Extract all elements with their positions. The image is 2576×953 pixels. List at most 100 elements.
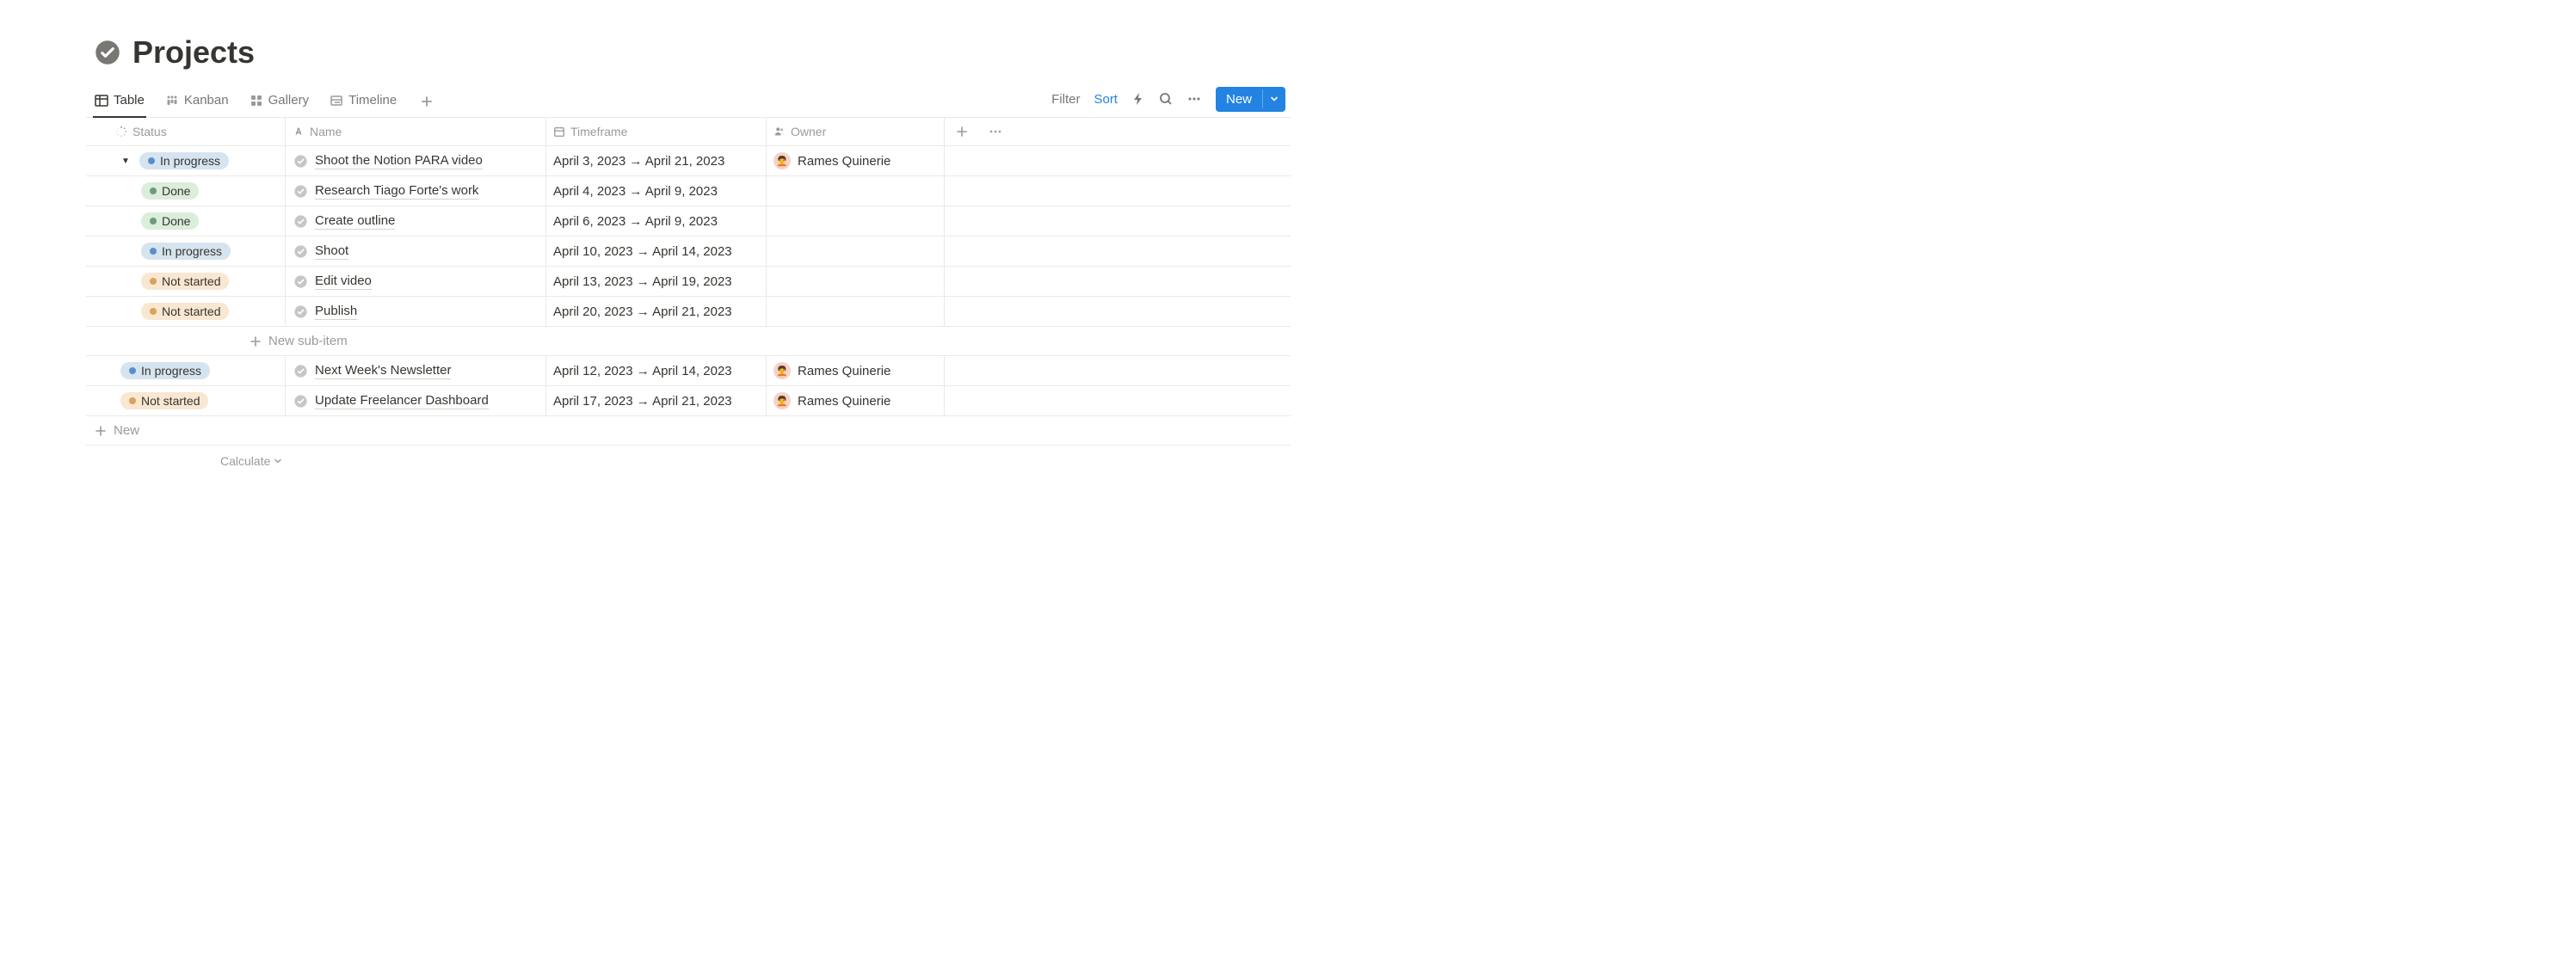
calculate-label: Calculate <box>220 454 270 468</box>
page-title: Projects <box>132 34 255 71</box>
table-row[interactable]: In progress Next Week's Newsletter April… <box>86 356 1291 386</box>
checkmark-circle-icon <box>293 363 308 378</box>
column-status[interactable]: Status <box>86 118 286 145</box>
status-text: Done <box>162 184 190 198</box>
row-name: Edit video <box>315 274 372 290</box>
new-sub-item-button[interactable]: New sub-item <box>86 327 1291 356</box>
column-timeframe[interactable]: Timeframe <box>546 118 767 145</box>
checkmark-circle-icon <box>293 243 308 259</box>
column-label: Status <box>132 125 167 138</box>
status-badge: In progress <box>141 243 231 260</box>
new-sub-label: New sub-item <box>268 334 348 348</box>
table-row[interactable]: ▼ In progress Shoot the Notion PARA vide… <box>86 146 1291 176</box>
row-timeframe: April 20, 2023 → April 21, 2023 <box>546 297 767 326</box>
loading-icon <box>115 126 127 138</box>
gallery-icon <box>250 94 263 108</box>
row-name: Next Week's Newsletter <box>315 363 451 379</box>
tab-label: Timeline <box>348 93 397 108</box>
new-button[interactable]: New <box>1216 87 1285 112</box>
row-timeframe: April 3, 2023 → April 21, 2023 <box>546 146 767 175</box>
row-owner: Rames Quinerie <box>798 364 891 378</box>
table-row[interactable]: Not started Update Freelancer Dashboard … <box>86 386 1291 416</box>
tab-kanban[interactable]: Kanban <box>163 86 231 118</box>
tab-timeline[interactable]: Timeline <box>328 86 398 118</box>
status-badge: Not started <box>120 392 208 409</box>
table-row[interactable]: In progress Shoot April 10, 2023 → April… <box>86 237 1291 267</box>
projects-table: Status Name Timeframe Owner <box>86 118 1291 476</box>
row-name: Publish <box>315 304 357 320</box>
table-row[interactable]: Done Research Tiago Forte's work April 4… <box>86 176 1291 206</box>
status-badge: Done <box>141 212 199 230</box>
column-label: Name <box>310 125 342 138</box>
kanban-icon <box>165 94 179 108</box>
row-timeframe: April 10, 2023 → April 14, 2023 <box>546 237 767 266</box>
tab-table[interactable]: Table <box>93 86 146 118</box>
checkmark-circle-icon <box>293 393 308 409</box>
column-name[interactable]: Name <box>286 118 546 145</box>
filter-button[interactable]: Filter <box>1051 92 1080 107</box>
row-name: Shoot <box>315 243 348 260</box>
new-row-label: New <box>114 423 139 438</box>
timeline-icon <box>330 94 343 108</box>
table-row[interactable]: Not started Edit video April 13, 2023 → … <box>86 267 1291 297</box>
status-dot <box>150 218 157 224</box>
status-badge: Done <box>141 182 199 200</box>
checkmark-circle-icon <box>293 274 308 289</box>
avatar: 🧑‍🦱 <box>773 152 791 169</box>
checkmark-circle-icon <box>293 153 308 169</box>
status-badge: Not started <box>141 273 229 290</box>
status-dot <box>150 188 157 194</box>
status-dot <box>150 308 157 315</box>
add-column-button[interactable] <box>945 118 979 145</box>
people-icon <box>773 126 786 138</box>
more-icon[interactable] <box>1186 92 1202 106</box>
row-name: Create outline <box>315 213 395 230</box>
status-badge: Not started <box>141 303 229 320</box>
sort-button[interactable]: Sort <box>1094 92 1118 107</box>
new-row-button[interactable]: New <box>86 416 1291 446</box>
status-dot <box>150 248 157 255</box>
text-icon <box>293 126 305 138</box>
column-more-button[interactable] <box>979 118 1291 145</box>
status-dot <box>150 278 157 285</box>
tab-gallery[interactable]: Gallery <box>248 86 311 118</box>
row-timeframe: April 6, 2023 → April 9, 2023 <box>546 206 767 236</box>
table-row[interactable]: Not started Publish April 20, 2023 → Apr… <box>86 297 1291 327</box>
row-timeframe: April 13, 2023 → April 19, 2023 <box>546 267 767 296</box>
row-owner: Rames Quinerie <box>798 394 891 409</box>
row-name: Shoot the Notion PARA video <box>315 153 483 169</box>
row-timeframe: April 17, 2023 → April 21, 2023 <box>546 386 767 415</box>
table-row[interactable]: Done Create outline April 6, 2023 → Apri… <box>86 206 1291 237</box>
tab-label: Table <box>114 93 145 108</box>
tab-label: Kanban <box>184 93 229 108</box>
status-badge: In progress <box>120 362 210 379</box>
avatar: 🧑‍🦱 <box>773 362 791 379</box>
lightning-icon[interactable] <box>1131 92 1145 106</box>
add-view-button[interactable] <box>416 92 438 111</box>
calculate-button[interactable]: Calculate <box>220 454 282 468</box>
column-owner[interactable]: Owner <box>767 118 945 145</box>
row-name: Update Freelancer Dashboard <box>315 393 489 409</box>
status-text: In progress <box>162 244 222 258</box>
status-text: In progress <box>160 154 220 168</box>
status-dot <box>129 367 136 374</box>
checkmark-circle-icon <box>293 213 308 229</box>
avatar: 🧑‍🦱 <box>773 392 791 409</box>
new-button-label: New <box>1216 87 1262 112</box>
row-owner: Rames Quinerie <box>798 154 891 169</box>
status-dot <box>148 157 155 164</box>
row-name: Research Tiago Forte's work <box>315 183 478 200</box>
tab-label: Gallery <box>268 93 310 108</box>
search-icon[interactable] <box>1159 92 1173 106</box>
checkmark-circle-icon <box>293 304 308 319</box>
chevron-down-icon[interactable] <box>1262 89 1285 108</box>
status-text: Not started <box>162 274 220 288</box>
status-text: Done <box>162 214 190 228</box>
table-header: Status Name Timeframe Owner <box>86 118 1291 146</box>
toggle-expand-icon[interactable]: ▼ <box>119 154 132 168</box>
row-timeframe: April 4, 2023 → April 9, 2023 <box>546 176 767 206</box>
column-label: Owner <box>791 125 826 138</box>
status-text: Not started <box>141 394 200 408</box>
checkmark-circle-icon <box>93 38 122 67</box>
status-dot <box>129 397 136 404</box>
